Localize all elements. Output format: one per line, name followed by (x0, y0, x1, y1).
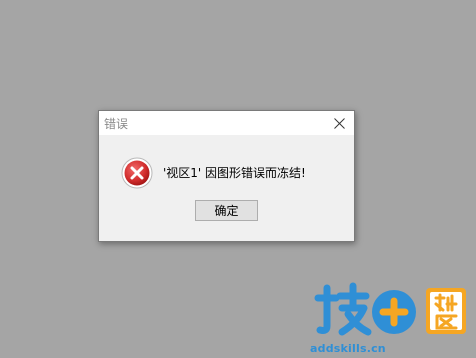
watermark-logo: addskills.cn (310, 280, 470, 356)
close-button[interactable] (324, 111, 354, 135)
ok-button[interactable]: 确定 (195, 200, 258, 221)
watermark-site: addskills.cn (310, 342, 386, 355)
error-dialog: 错误 '视区1' 因图形错误而冻结! 确定 (98, 110, 355, 242)
close-icon (333, 117, 345, 129)
error-message: '视区1' 因图形错误而冻结! (163, 166, 306, 180)
watermark-logo-graphic (314, 282, 466, 336)
dialog-content: '视区1' 因图形错误而冻结! 确定 (99, 135, 354, 241)
dialog-titlebar[interactable]: 错误 (99, 111, 354, 135)
dialog-title: 错误 (104, 117, 129, 131)
error-icon (121, 157, 153, 189)
